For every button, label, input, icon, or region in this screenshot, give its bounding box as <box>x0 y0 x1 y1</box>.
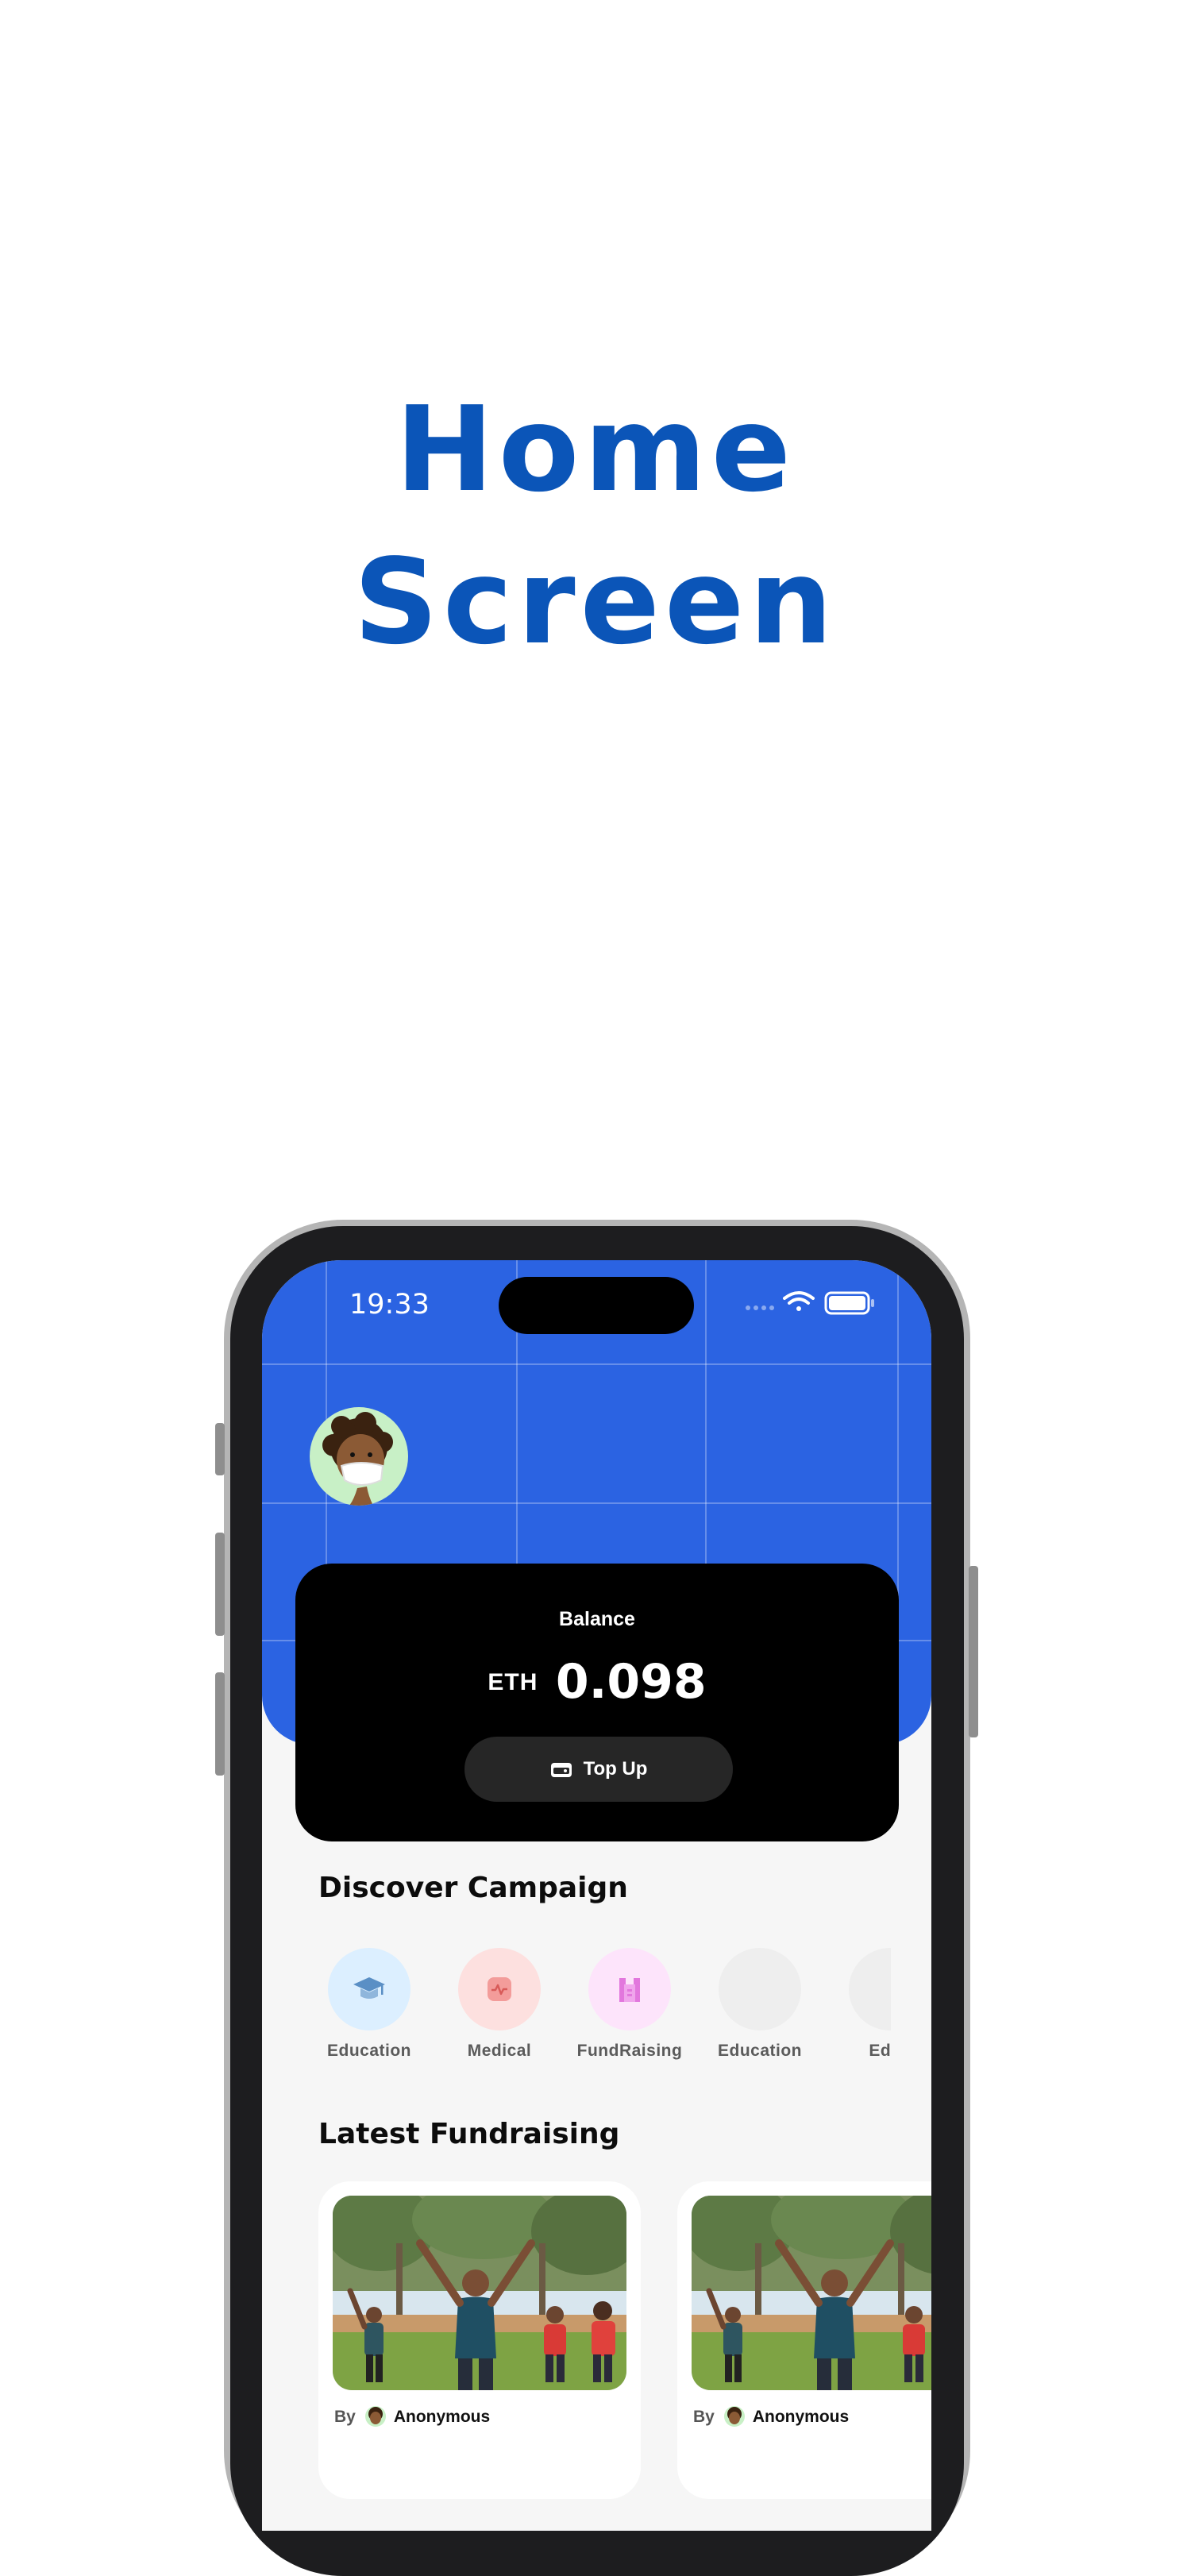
fundraising-card[interactable]: By Anonymous <box>318 2181 641 2499</box>
status-bar-indicators <box>738 1289 897 1321</box>
status-bar-time: 19:33 <box>349 1289 430 1321</box>
phone-volume-up-button <box>215 1533 225 1636</box>
wifi-icon <box>783 1291 815 1311</box>
discover-campaign-title: Discover Campaign <box>318 1872 628 1904</box>
author-name: Anonymous <box>393 2408 491 2426</box>
graduation-cap-icon <box>353 1977 385 1999</box>
category-education[interactable]: Education <box>310 1948 429 2061</box>
by-label: By <box>334 2408 356 2426</box>
balance-value-row: ETH 0.098 <box>295 1654 899 1710</box>
dynamic-island <box>499 1277 694 1334</box>
fundraising-card[interactable]: By Anonymous <box>677 2181 931 2499</box>
top-up-button[interactable]: Top Up <box>464 1737 733 1802</box>
cellular-signal-icon <box>746 1305 774 1310</box>
balance-amount: 0.098 <box>555 1654 707 1710</box>
category-education-3[interactable]: Educ <box>831 1948 891 2061</box>
page-title: Home Screen <box>0 373 1191 678</box>
building-icon <box>619 1978 640 2002</box>
top-up-label: Top Up <box>583 1758 648 1780</box>
phone-action-button <box>215 1423 225 1475</box>
fundraising-photo <box>333 2196 626 2390</box>
author-avatar <box>364 2406 386 2427</box>
category-circle <box>328 1948 410 2030</box>
category-label: Education <box>717 2042 802 2060</box>
category-fundraising[interactable]: FundRaising <box>570 1948 689 2061</box>
category-label: FundRaising <box>576 2042 683 2060</box>
category-medical[interactable]: Medical <box>440 1948 559 2061</box>
author-avatar <box>723 2406 745 2427</box>
category-label: Education <box>326 2042 411 2060</box>
card-author: By Anonymous <box>334 2406 490 2427</box>
category-label: Educ <box>869 2042 891 2060</box>
title-line-1: Home <box>395 381 796 518</box>
phone-volume-down-button <box>215 1672 225 1776</box>
balance-label: Balance <box>559 1608 635 1630</box>
category-label: Medical <box>467 2042 532 2060</box>
balance-currency: ETH <box>488 1669 538 1695</box>
battery-icon <box>824 1291 874 1315</box>
category-education-2[interactable]: Education <box>700 1948 819 2061</box>
wallet-icon <box>550 1763 572 1777</box>
author-name: Anonymous <box>752 2408 850 2426</box>
category-circle <box>588 1948 671 2030</box>
phone-power-button <box>969 1566 978 1737</box>
profile-avatar[interactable] <box>310 1407 408 1506</box>
category-circle <box>719 1948 801 2030</box>
by-label: By <box>693 2408 715 2426</box>
balance-card: Balance ETH 0.098 Top Up <box>295 1564 899 1841</box>
fundraising-photo <box>692 2196 931 2390</box>
category-circle <box>458 1948 541 2030</box>
heart-pulse-icon <box>488 1977 511 2001</box>
title-line-2: Screen <box>353 534 838 670</box>
app-screen: 19:33 Balance ETH 0.098 Top Up Discover … <box>262 1260 931 2531</box>
avatar-illustration <box>322 1412 393 1506</box>
card-author: By Anonymous <box>693 2406 849 2427</box>
category-list: Education Medical FundRaising Education … <box>310 1948 891 2083</box>
latest-fundraising-title: Latest Fundraising <box>318 2118 620 2150</box>
category-circle <box>849 1948 891 2030</box>
